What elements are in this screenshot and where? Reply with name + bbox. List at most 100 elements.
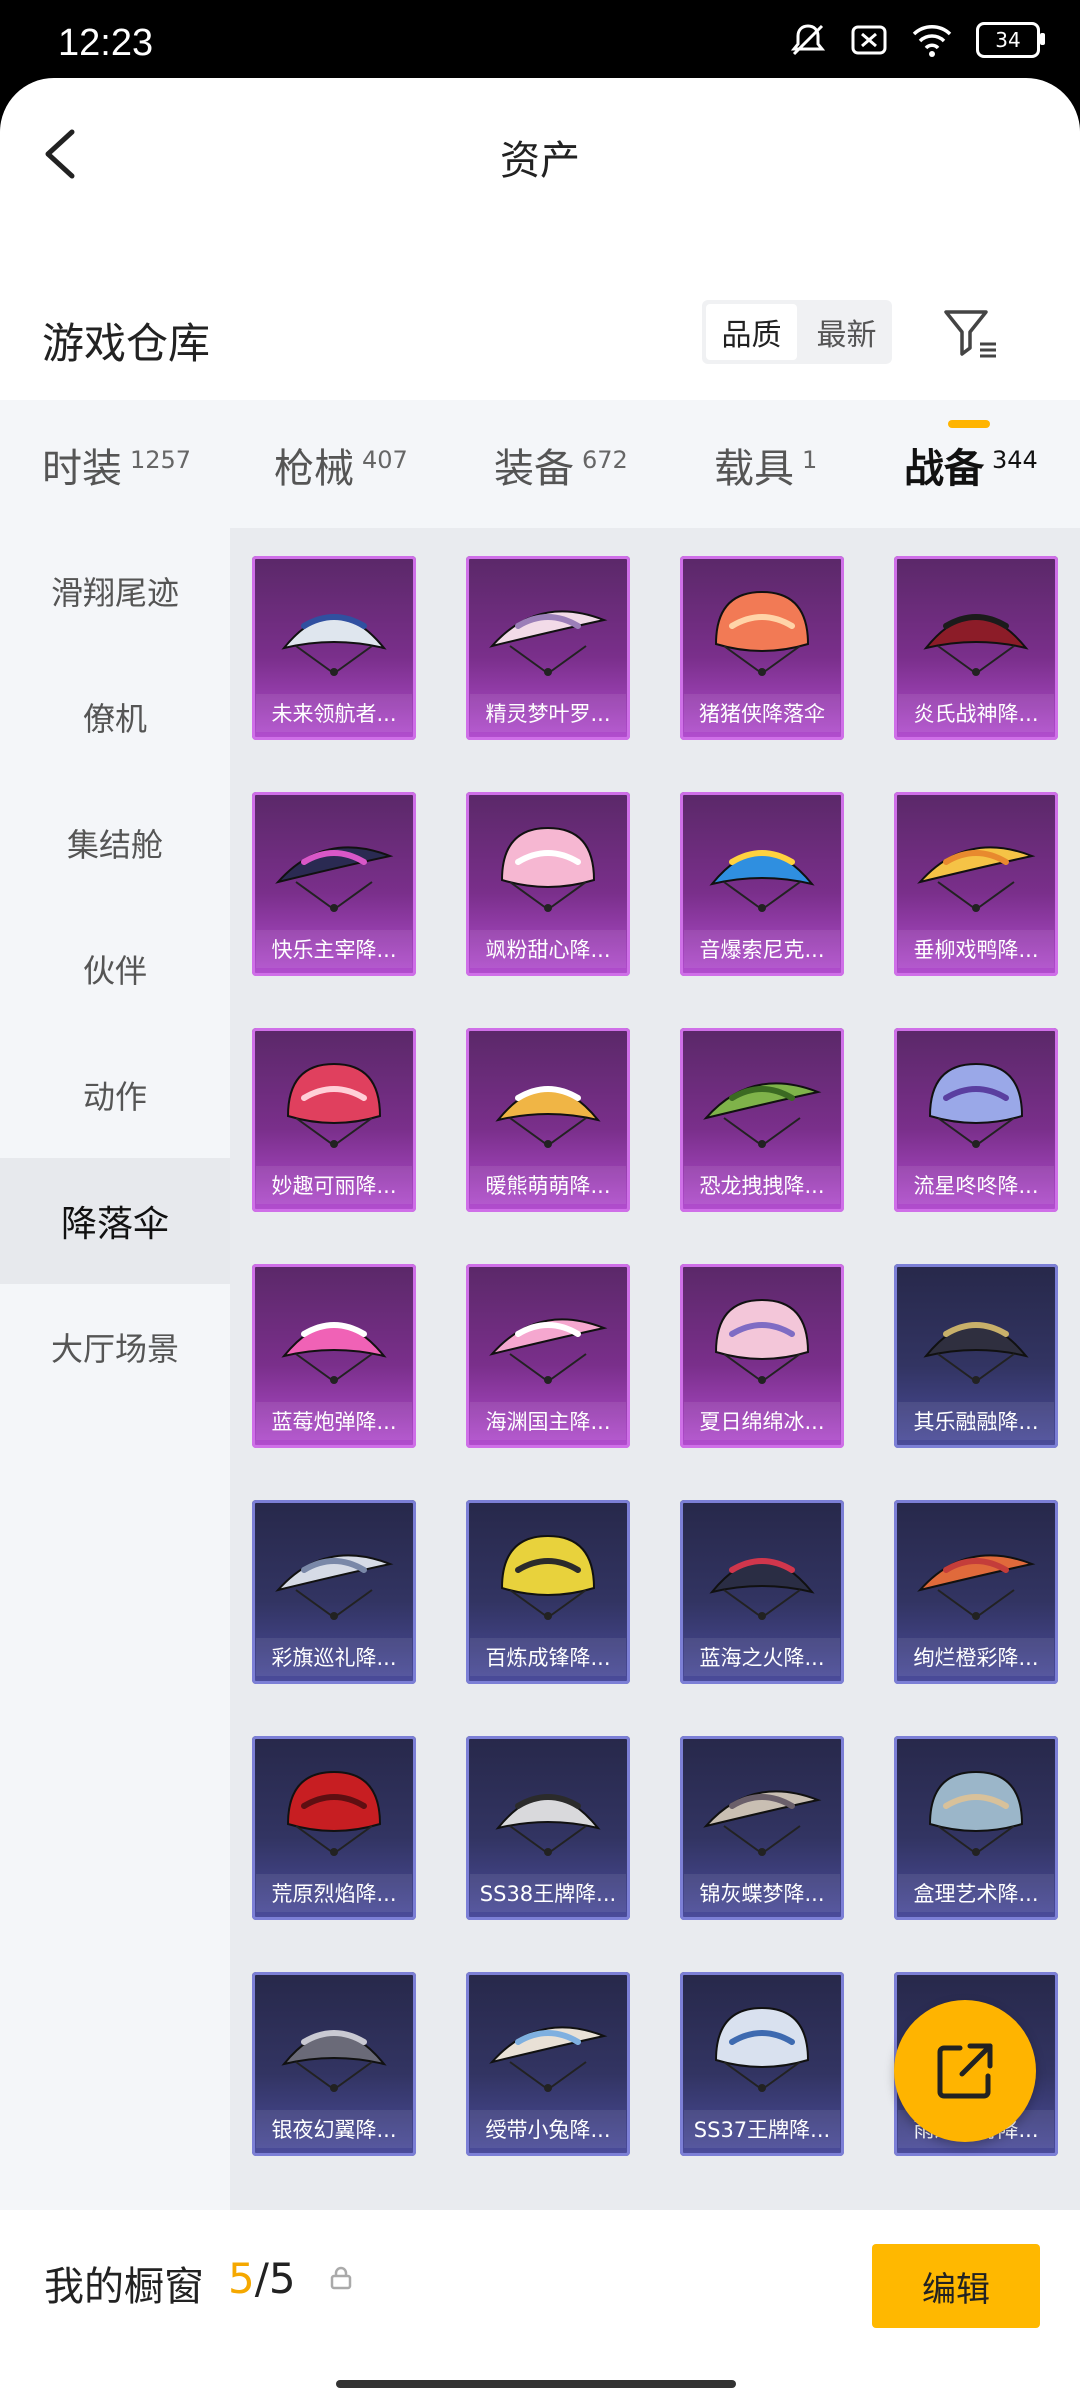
parachute-icon [500,1534,596,1620]
item-card[interactable]: 垂柳戏鸭降... [894,792,1058,976]
share-icon [937,2043,993,2099]
item-name: 音爆索尼克... [684,930,840,968]
item-card[interactable]: 盒理艺术降... [894,1736,1058,1920]
showcase-separator: / [254,2254,269,2303]
parachute-icon [709,850,815,912]
item-card[interactable]: 飒粉甜心降... [466,792,630,976]
item-name: 流星咚咚降... [898,1166,1054,1204]
sim-off-icon [851,25,887,55]
sidebar-item-wingman[interactable]: 僚机 [0,654,230,780]
sidebar-item-glide-trail[interactable]: 滑翔尾迹 [0,528,230,654]
parachute-icon [703,1082,822,1148]
item-card[interactable]: 未来领航者... [252,556,416,740]
item-card[interactable]: SS37王牌降... [680,1972,844,2156]
item-name: 锦灰蝶梦降... [684,1874,840,1912]
sort-newest-button[interactable]: 最新 [801,300,892,364]
battery-icon: 34 [976,22,1045,58]
parachute-icon [500,826,596,912]
item-card[interactable]: 百炼成锋降... [466,1500,630,1684]
item-card[interactable]: 精灵梦叶罗... [466,556,630,740]
item-name: 蓝莓炮弹降... [256,1402,412,1440]
item-card[interactable]: 暖熊萌萌降... [466,1028,630,1212]
showcase-count: 5/5 [228,2254,296,2303]
share-button[interactable] [894,2000,1036,2142]
item-card[interactable]: 流星咚咚降... [894,1028,1058,1212]
item-card[interactable]: 恐龙拽拽降... [680,1028,844,1212]
item-name: 夏日绵绵冰... [684,1402,840,1440]
parachute-icon [917,846,1036,912]
item-name: 炎氏战神降... [898,694,1054,732]
item-name: 垂柳戏鸭降... [898,930,1054,968]
item-card[interactable]: 音爆索尼克... [680,792,844,976]
parachute-icon [281,2030,387,2092]
sidebar-item-lobby-scene[interactable]: 大厅场景 [0,1284,230,1410]
tab-equipment[interactable]: 装备 672 [494,436,628,494]
filter-icon[interactable] [940,304,1000,364]
parachute-icon [928,1062,1024,1148]
item-card[interactable]: 海渊国主降... [466,1264,630,1448]
item-name: 其乐融融降... [898,1402,1054,1440]
item-card[interactable]: 妙趣可丽降... [252,1028,416,1212]
tab-count: 1 [802,445,818,474]
status-icons: 34 [788,22,1045,58]
tab-guns[interactable]: 枪械 407 [274,436,408,494]
item-name: 快乐主宰降... [256,930,412,968]
parachute-icon [286,1770,382,1856]
parachute-icon [917,1554,1036,1620]
item-name: 彩旗巡礼降... [256,1638,412,1676]
parachute-icon [281,1322,387,1384]
item-card[interactable]: 夏日绵绵冰... [680,1264,844,1448]
item-name: 恐龙拽拽降... [684,1166,840,1204]
battery-level: 34 [995,28,1021,52]
item-name: 盒理艺术降... [898,1874,1054,1912]
item-name: 百炼成锋降... [470,1638,626,1676]
tab-readiness[interactable]: 战备 344 [904,436,1038,494]
tab-count: 672 [582,445,628,474]
item-card[interactable]: 蓝海之火降... [680,1500,844,1684]
parachute-icon [281,614,387,676]
parachute-icon [286,1062,382,1148]
item-name: 妙趣可丽降... [256,1166,412,1204]
item-card[interactable]: 绚烂橙彩降... [894,1500,1058,1684]
tab-count: 344 [992,445,1038,474]
warehouse-title: 游戏仓库 [42,319,211,368]
item-name: 精灵梦叶罗... [470,694,626,732]
showcase-bar: 我的橱窗 5/5 编辑 [0,2210,1080,2400]
tab-count: 1257 [130,445,192,474]
edit-button[interactable]: 编辑 [872,2244,1040,2328]
tab-vehicle[interactable]: 载具 1 [714,436,817,494]
item-card[interactable]: 蓝莓炮弹降... [252,1264,416,1448]
item-card[interactable]: 炎氏战神降... [894,556,1058,740]
tab-fashion[interactable]: 时装 1257 [42,436,191,494]
item-card[interactable]: 猪猪侠降落伞 [680,556,844,740]
item-card[interactable]: 其乐融融降... [894,1264,1058,1448]
showcase-label: 我的橱窗 [44,2264,204,2310]
item-card[interactable]: 锦灰蝶梦降... [680,1736,844,1920]
sidebar-item-partner[interactable]: 伙伴 [0,906,230,1032]
item-name: 绶带小兔降... [470,2110,626,2148]
item-card[interactable]: 荒原烈焰降... [252,1736,416,1920]
item-card[interactable]: 彩旗巡礼降... [252,1500,416,1684]
item-name: SS37王牌降... [684,2110,840,2148]
sidebar-item-gathering-pod[interactable]: 集结舱 [0,780,230,906]
item-name: 蓝海之火降... [684,1638,840,1676]
item-name: 海渊国主降... [470,1402,626,1440]
parachute-icon [923,614,1029,676]
sidebar-item-emote[interactable]: 动作 [0,1032,230,1158]
parachute-icon [489,2026,608,2092]
sort-quality-button[interactable]: 品质 [706,304,797,360]
sidebar-item-parachute[interactable]: 降落伞 [0,1158,230,1284]
parachute-icon [703,1790,822,1856]
item-name: 未来领航者... [256,694,412,732]
parachute-icon [489,610,608,676]
item-card[interactable]: 银夜幻翼降... [252,1972,416,2156]
tab-count: 407 [362,445,408,474]
subcategory-sidebar: 滑翔尾迹 僚机 集结舱 伙伴 动作 降落伞 大厅场景 [0,528,230,2288]
page-title: 资产 [500,138,580,184]
item-card[interactable]: SS38王牌降... [466,1736,630,1920]
item-card[interactable]: 绶带小兔降... [466,1972,630,2156]
lock-icon [330,2266,352,2290]
item-card[interactable]: 快乐主宰降... [252,792,416,976]
parachute-icon [275,846,394,912]
home-indicator [336,2380,736,2388]
